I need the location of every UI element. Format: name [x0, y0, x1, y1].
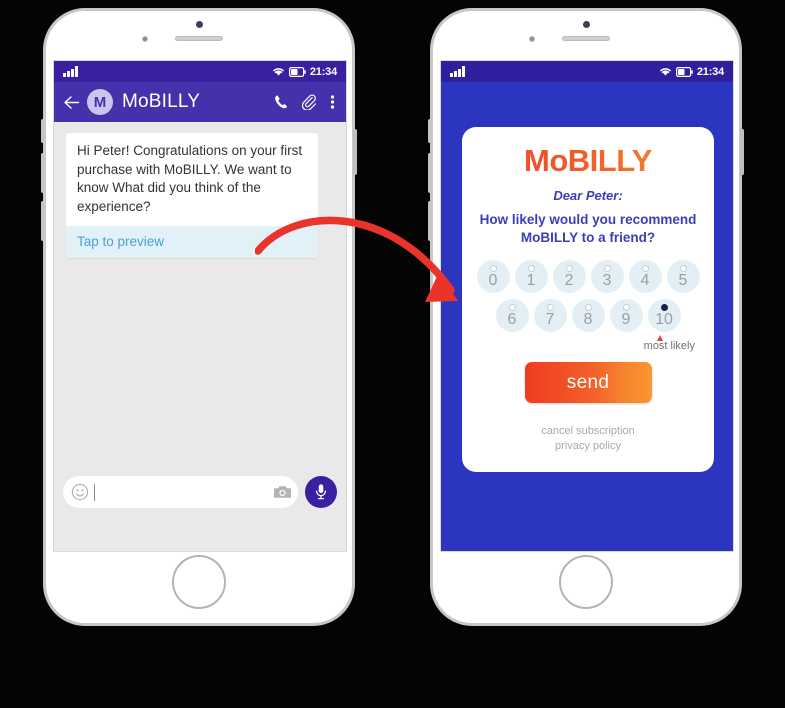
earpiece-speaker — [175, 36, 223, 41]
phone-device-left: 21:34 M MoBILLY Hi Peter! Congratulation… — [41, 8, 357, 626]
survey-question: How likely would you recommend MoBILLY t… — [479, 212, 697, 245]
survey-footer-links: cancel subscription privacy policy — [474, 424, 702, 454]
paperclip-icon[interactable] — [302, 94, 317, 110]
rating-row-bottom: 6 7 8 9 10 — [474, 299, 702, 333]
rating-label: 4 — [640, 271, 650, 289]
voice-record-button[interactable] — [305, 476, 337, 508]
radio-icon — [603, 264, 611, 272]
rating-option-8[interactable]: 8 — [571, 299, 605, 333]
silent-switch[interactable] — [428, 119, 432, 143]
chat-contact-name: MoBILLY — [122, 91, 201, 112]
avatar-letter: M — [93, 93, 107, 111]
radio-icon — [527, 264, 535, 272]
radio-icon — [641, 264, 649, 272]
signal-bars-icon — [63, 66, 78, 77]
radio-icon — [508, 303, 516, 311]
volume-down-button[interactable] — [428, 201, 432, 241]
rating-label: 1 — [526, 271, 536, 289]
wifi-icon — [273, 68, 284, 76]
chat-app-bar: M MoBILLY — [54, 82, 346, 122]
wifi-icon — [660, 68, 671, 76]
status-bar-clock: 21:34 — [309, 65, 337, 78]
proximity-sensor-icon — [195, 21, 203, 28]
phone-call-icon[interactable] — [274, 94, 289, 110]
rating-label: 6 — [507, 310, 517, 328]
tap-to-preview-link[interactable]: Tap to preview — [66, 225, 318, 258]
rating-label: 7 — [545, 310, 555, 328]
rating-label: 0 — [488, 271, 498, 289]
rating-option-6[interactable]: 6 — [495, 299, 529, 333]
app-bar-actions — [274, 94, 337, 110]
scale-label-most-likely: most likely — [643, 340, 695, 353]
rating-option-5[interactable]: 5 — [666, 260, 700, 294]
message-text: Hi Peter! Congratulations on your first … — [77, 143, 303, 214]
cancel-subscription-link[interactable]: cancel subscription — [474, 424, 702, 439]
rating-label: 2 — [564, 271, 574, 289]
screenshot-stage: 21:34 M MoBILLY Hi Peter! Congratulation… — [0, 0, 785, 708]
status-bar-right-group: 21:34 — [659, 66, 724, 78]
radio-icon — [546, 303, 554, 311]
privacy-policy-link[interactable]: privacy policy — [474, 439, 702, 454]
back-arrow-icon[interactable] — [63, 95, 80, 110]
silent-switch[interactable] — [41, 119, 45, 143]
power-button[interactable] — [353, 129, 357, 175]
rating-option-4[interactable]: 4 — [628, 260, 662, 294]
avatar[interactable]: M — [87, 89, 113, 115]
message-input-pill[interactable] — [63, 476, 298, 508]
survey-card: MoBILLY Dear Peter: How likely would you… — [462, 127, 714, 472]
volume-up-button[interactable] — [41, 153, 45, 193]
signal-bars-icon — [450, 66, 465, 77]
home-button[interactable] — [172, 555, 226, 609]
rating-label: 5 — [678, 271, 688, 289]
overflow-menu-icon[interactable] — [330, 94, 335, 110]
power-button[interactable] — [740, 129, 744, 175]
radio-icon — [565, 264, 573, 272]
rating-option-9[interactable]: 9 — [609, 299, 643, 333]
rating-option-3[interactable]: 3 — [590, 260, 624, 294]
volume-down-button[interactable] — [41, 201, 45, 241]
scale-label-row: most likely — [474, 335, 702, 353]
radio-icon — [584, 303, 592, 311]
rating-option-10[interactable]: 10 — [647, 299, 681, 333]
rating-label: 9 — [621, 310, 631, 328]
status-bar-right-group: 21:34 — [272, 66, 337, 78]
rating-label: 10 — [655, 310, 673, 328]
proximity-sensor-icon — [582, 21, 590, 28]
phone-screen-chat: 21:34 M MoBILLY Hi Peter! Congratulation… — [53, 60, 347, 552]
rating-option-2[interactable]: 2 — [552, 260, 586, 294]
battery-icon — [675, 66, 693, 77]
survey-page: MoBILLY Dear Peter: How likely would you… — [441, 82, 733, 551]
phone-device-right: 21:34 MoBILLY Dear Peter: How likely wou… — [428, 8, 744, 626]
camera-icon[interactable] — [273, 484, 292, 500]
front-camera-icon — [142, 36, 148, 42]
front-camera-icon — [529, 36, 535, 42]
radio-icon — [489, 264, 497, 272]
home-button[interactable] — [559, 555, 613, 609]
phone-screen-survey: 21:34 MoBILLY Dear Peter: How likely wou… — [440, 60, 734, 552]
chat-message-area: Hi Peter! Congratulations on your first … — [54, 122, 346, 519]
send-button[interactable]: send — [524, 362, 652, 404]
radio-icon — [622, 303, 630, 311]
message-bubble: Hi Peter! Congratulations on your first … — [66, 133, 318, 258]
battery-icon — [288, 66, 306, 77]
status-bar-right: 21:34 — [441, 61, 733, 82]
status-bar-clock: 21:34 — [696, 65, 724, 78]
volume-up-button[interactable] — [428, 153, 432, 193]
survey-greeting: Dear Peter: — [553, 188, 623, 203]
rating-label: 3 — [602, 271, 612, 289]
mobilly-logo: MoBILLY — [474, 145, 702, 176]
status-bar-left: 21:34 — [54, 61, 346, 82]
radio-icon — [679, 264, 687, 272]
microphone-icon — [315, 484, 327, 500]
emoji-smiley-icon[interactable] — [71, 483, 89, 501]
text-cursor — [94, 483, 95, 501]
earpiece-speaker — [562, 36, 610, 41]
rating-option-1[interactable]: 1 — [514, 260, 548, 294]
rating-row-top: 0 1 2 3 4 5 — [474, 260, 702, 294]
radio-icon-selected — [660, 303, 668, 311]
rating-option-0[interactable]: 0 — [476, 260, 510, 294]
rating-option-7[interactable]: 7 — [533, 299, 567, 333]
rating-label: 8 — [583, 310, 593, 328]
message-input-bar — [54, 465, 346, 519]
